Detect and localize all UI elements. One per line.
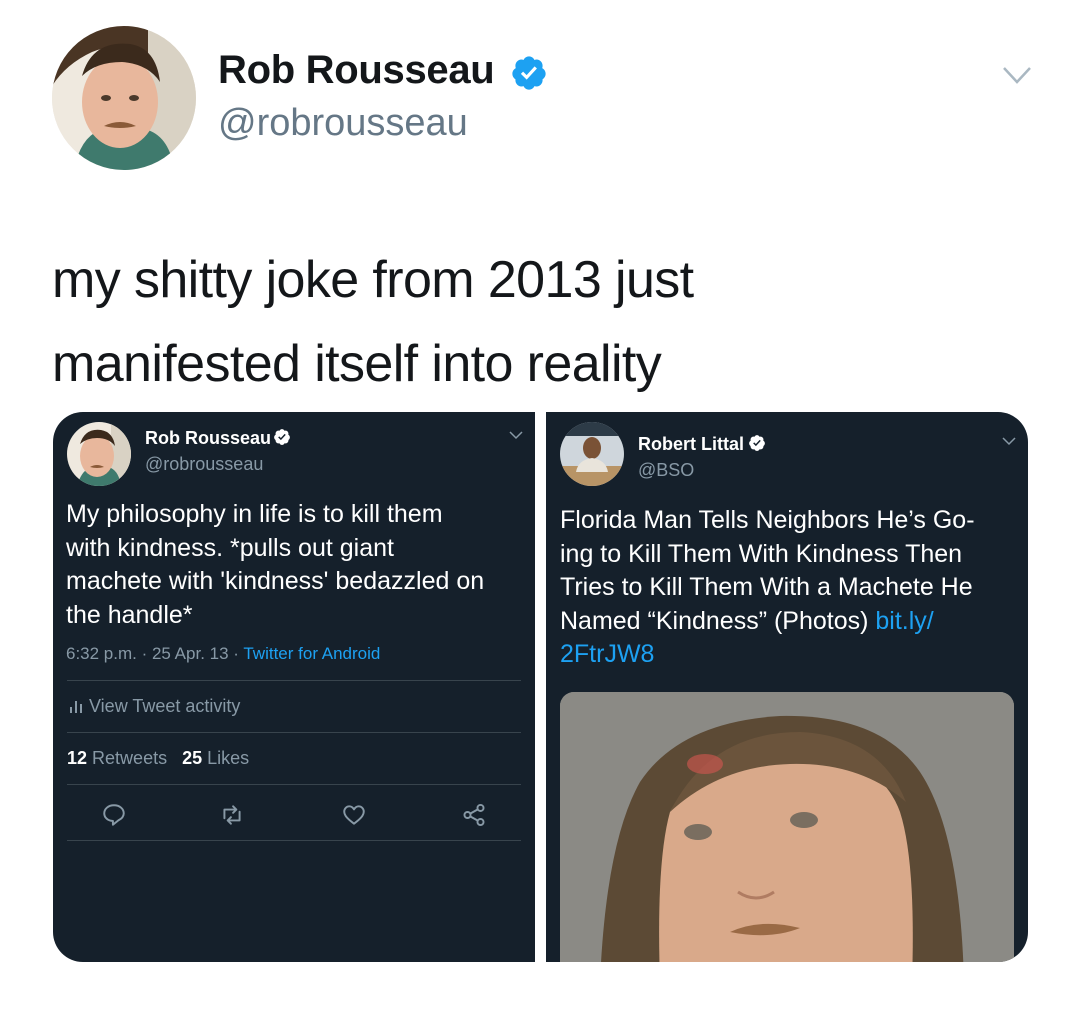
retweets-count: 12 [67,748,88,768]
author-name: Rob Rousseau [145,428,272,448]
divider [67,784,521,785]
like-icon [343,805,365,825]
embedded-tweet-screenshot-left[interactable]: Rob Rousseau @robrousseau My philosophy … [53,412,535,962]
text-line: Named “Kindness” (Photos) bit.ly/ [560,605,1022,639]
chevron-down-icon [1002,437,1016,446]
text-line: 2FtrJW8 [560,638,1022,672]
retweet-icon [223,805,241,825]
tweet-stats: 12 Retweets 25 Likes [67,748,249,769]
retweets-label: Retweets [92,748,168,768]
avatar [67,422,131,486]
article-link: bit.ly/ [875,606,934,635]
text-line: the handle* [66,600,193,629]
verified-badge-icon [274,429,290,445]
author-handle[interactable]: @robrousseau [218,102,468,145]
avatar[interactable] [52,26,196,170]
divider [67,840,521,841]
mugshot-photo [560,692,1014,962]
author-name[interactable]: Rob Rousseau [218,48,495,93]
text-line: ing to Kill Them With Kindness Then [560,539,963,568]
text-line: Tries to Kill Them With a Machete He [560,573,973,601]
bar-chart-icon [70,701,82,713]
text-line: machete with 'kindness' bedazzled on [66,567,485,595]
verified-badge-icon [749,435,765,451]
avatar [560,422,624,486]
article-link: 2FtrJW8 [560,640,655,668]
text-line: Florida Man Tells Neighbors He’s Go- [560,506,975,534]
text-line: with kindness. *pulls out giant [66,533,394,562]
chevron-down-icon[interactable] [1002,64,1032,86]
likes-label: Likes [207,748,250,768]
tweet-timestamp: 6:32 p.m. · 25 Apr. 13 · Twitter for And… [66,644,380,664]
tweet-text: my shitty joke from 2013 just manifested… [52,238,1012,406]
text-line: My philosophy in life is to kill them [66,500,443,528]
embedded-tweet-screenshot-right[interactable]: Robert Littal @BSO Florida Man Tells Nei… [546,412,1028,962]
share-icon [463,803,485,827]
verified-badge-icon [512,56,546,90]
activity-label: View Tweet activity [89,696,241,716]
embedded-tweet-text: My philosophy in life is to kill them wi… [66,498,531,632]
author-name: Robert Littal [638,434,744,454]
tweet-text-line: my shitty joke from 2013 just [52,251,694,309]
chevron-down-icon [509,431,523,440]
tweet-header: Rob Rousseau @robrousseau [52,26,1032,172]
author-handle: @robrousseau [145,454,264,474]
view-tweet-activity: View Tweet activity [69,696,240,717]
text-line-part: Named “Kindness” (Photos) [560,606,876,635]
tweet-text-line: manifested itself into reality [52,335,662,393]
likes-count: 25 [182,748,203,768]
author-handle: @BSO [638,460,695,480]
source-link: Twitter for Android [243,644,381,663]
divider [67,732,521,733]
reply-icon [103,804,125,826]
divider [67,680,521,681]
timestamp-text: 6:32 p.m. · 25 Apr. 13 · [66,644,244,663]
embedded-tweet-text: Florida Man Tells Neighbors He’s Go- ing… [560,504,1022,672]
